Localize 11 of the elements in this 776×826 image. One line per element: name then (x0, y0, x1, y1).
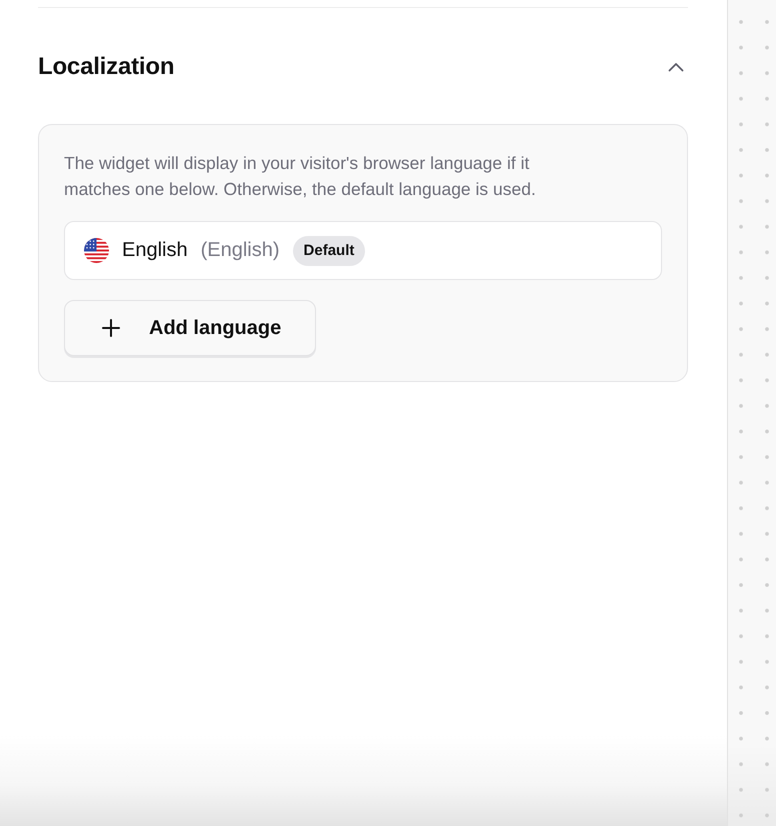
language-row[interactable]: English (English) Default (64, 221, 662, 280)
collapse-button[interactable] (668, 62, 684, 72)
default-badge: Default (292, 236, 366, 266)
flag-icon (84, 238, 109, 263)
chevron-up-icon (668, 62, 684, 72)
description-text: The widget will display in your visitor's browser language if it matches one below. Otherwise, the default language is used. (64, 152, 537, 201)
language-name: English (122, 239, 188, 262)
section-title: Localization (38, 53, 174, 81)
add-language-button[interactable]: Add language (64, 300, 316, 356)
plus-icon (102, 319, 120, 337)
language-native-name: (English) (200, 239, 280, 262)
